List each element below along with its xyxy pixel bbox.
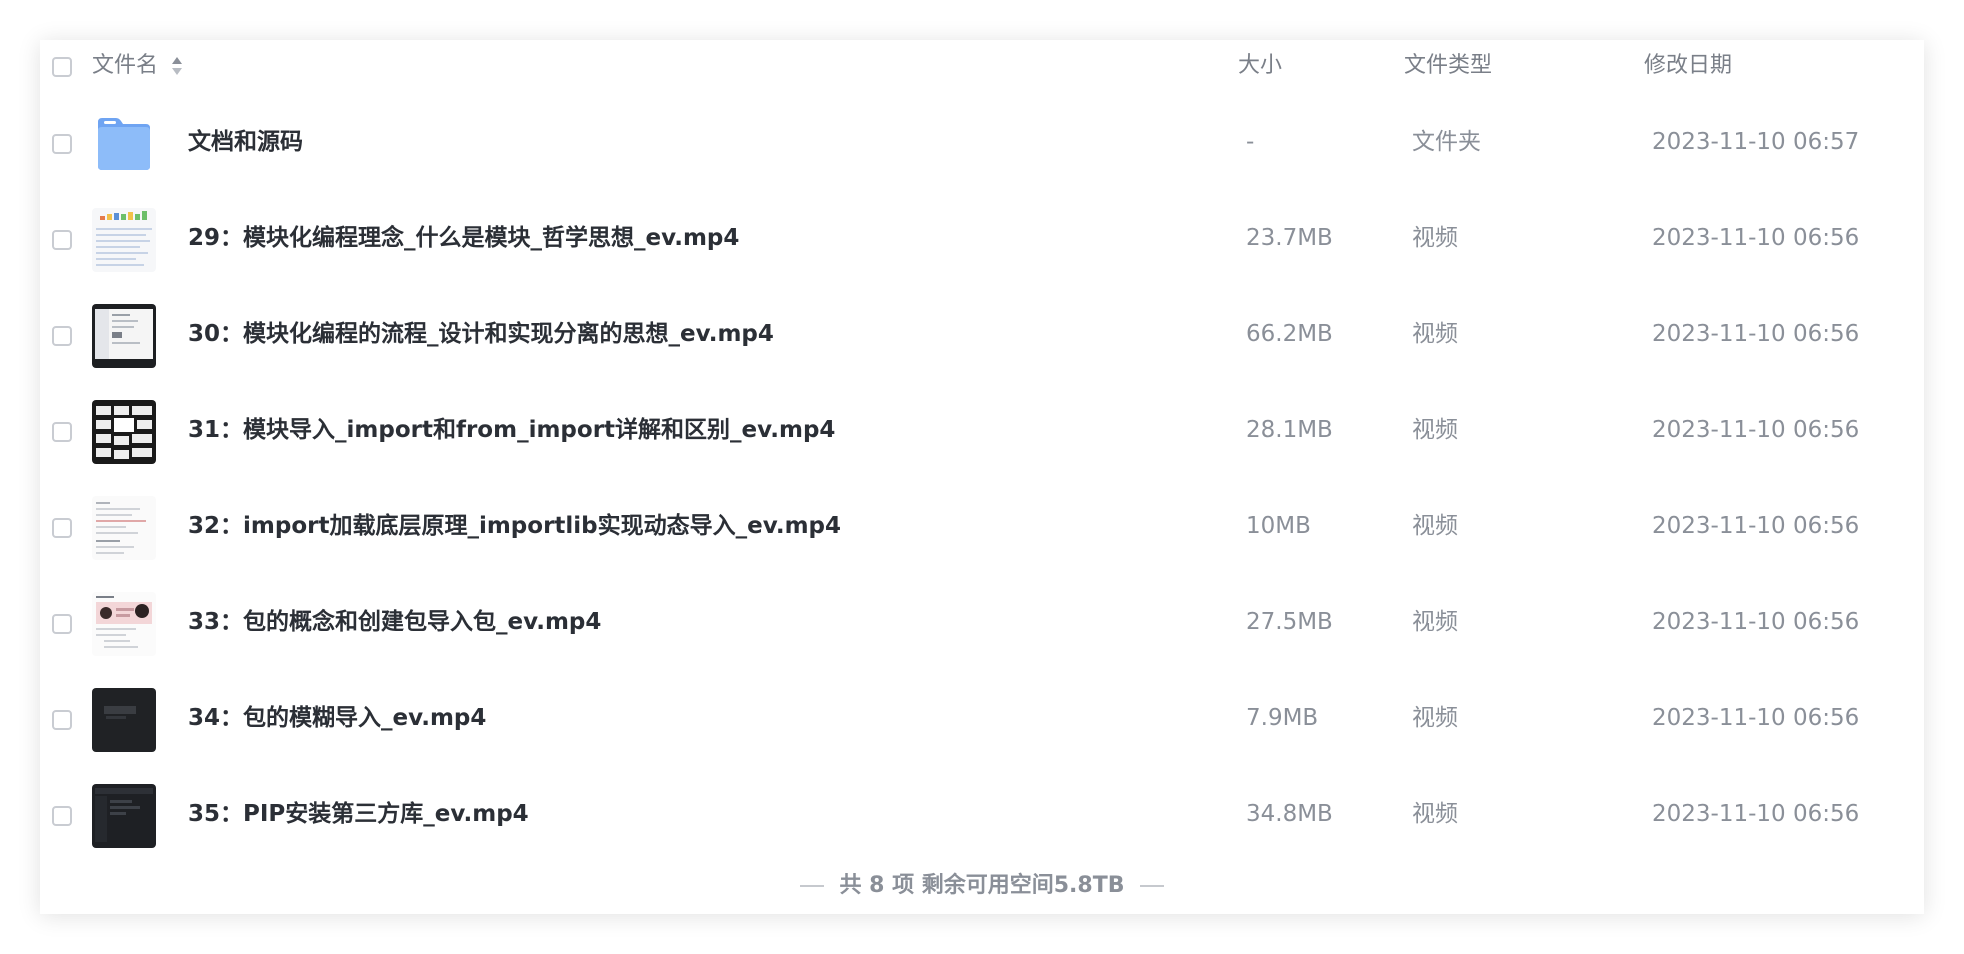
file-type: 视频 — [1412, 513, 1458, 539]
video-thumbnail — [92, 208, 156, 272]
file-list-panel: 文件名 大小 文件类型 修改日期 文档和源码 - 文件夹 2023-11-10 … — [40, 40, 1924, 914]
video-thumbnail — [92, 784, 156, 848]
file-size: 10MB — [1246, 513, 1311, 539]
footer-summary-text: 共 8 项 剩余可用空间5.8TB — [839, 873, 1125, 898]
footer-divider-left — [800, 885, 825, 887]
file-date: 2023-11-10 06:56 — [1652, 417, 1860, 443]
header-name-label: 文件名 — [92, 53, 159, 78]
row-checkbox[interactable] — [52, 710, 72, 730]
video-thumbnail — [92, 592, 156, 656]
row-checkbox[interactable] — [52, 518, 72, 538]
file-type: 视频 — [1412, 417, 1458, 443]
table-header: 文件名 大小 文件类型 修改日期 — [40, 40, 1924, 94]
row-checkbox[interactable] — [52, 134, 72, 154]
table-row[interactable]: 33：包的概念和创建包导入包_ev.mp4 27.5MB 视频 2023-11-… — [40, 570, 1924, 666]
file-size: - — [1246, 129, 1255, 155]
header-name[interactable]: 文件名 — [92, 50, 183, 82]
table-row[interactable]: 32：import加载底层原理_importlib实现动态导入_ev.mp4 1… — [40, 474, 1924, 570]
file-date: 2023-11-10 06:57 — [1652, 129, 1860, 155]
table-row[interactable]: 34：包的模糊导入_ev.mp4 7.9MB 视频 2023-11-10 06:… — [40, 666, 1924, 762]
file-date: 2023-11-10 06:56 — [1652, 225, 1860, 251]
table-row[interactable]: 29：模块化编程理念_什么是模块_哲学思想_ev.mp4 23.7MB 视频 2… — [40, 186, 1924, 282]
table-row[interactable]: 35：PIP安装第三方库_ev.mp4 34.8MB 视频 2023-11-10… — [40, 762, 1924, 858]
file-type: 文件夹 — [1412, 129, 1481, 155]
file-type: 视频 — [1412, 321, 1458, 347]
table-row[interactable]: 31：模块导入_import和from_import详解和区别_ev.mp4 2… — [40, 378, 1924, 474]
select-all-checkbox[interactable] — [52, 57, 72, 77]
table-row[interactable]: 文档和源码 - 文件夹 2023-11-10 06:57 — [40, 90, 1924, 186]
video-thumbnail — [92, 304, 156, 368]
file-type: 视频 — [1412, 705, 1458, 731]
header-size[interactable]: 大小 — [1238, 50, 1282, 82]
video-thumbnail — [92, 496, 156, 560]
video-thumbnail — [92, 688, 156, 752]
file-name[interactable]: 34：包的模糊导入_ev.mp4 — [188, 702, 486, 734]
row-checkbox[interactable] — [52, 326, 72, 346]
header-type[interactable]: 文件类型 — [1404, 50, 1492, 82]
file-date: 2023-11-10 06:56 — [1652, 321, 1860, 347]
file-type: 视频 — [1412, 225, 1458, 251]
file-name[interactable]: 35：PIP安装第三方库_ev.mp4 — [188, 798, 529, 830]
file-size: 7.9MB — [1246, 705, 1319, 731]
file-date: 2023-11-10 06:56 — [1652, 705, 1860, 731]
footer-summary: 共 8 项 剩余可用空间5.8TB — [40, 870, 1924, 902]
footer-divider-right — [1139, 885, 1164, 887]
header-date[interactable]: 修改日期 — [1644, 50, 1732, 82]
file-date: 2023-11-10 06:56 — [1652, 801, 1860, 827]
sort-icon[interactable] — [171, 55, 183, 77]
file-name[interactable]: 文档和源码 — [188, 126, 303, 158]
row-checkbox[interactable] — [52, 230, 72, 250]
file-size: 23.7MB — [1246, 225, 1333, 251]
file-name[interactable]: 32：import加载底层原理_importlib实现动态导入_ev.mp4 — [188, 510, 841, 542]
file-size: 27.5MB — [1246, 609, 1333, 635]
file-name[interactable]: 31：模块导入_import和from_import详解和区别_ev.mp4 — [188, 414, 835, 446]
file-name[interactable]: 30：模块化编程的流程_设计和实现分离的思想_ev.mp4 — [188, 318, 774, 350]
row-checkbox[interactable] — [52, 806, 72, 826]
video-thumbnail — [92, 400, 156, 464]
file-type: 视频 — [1412, 801, 1458, 827]
file-type: 视频 — [1412, 609, 1458, 635]
file-size: 28.1MB — [1246, 417, 1333, 443]
file-name[interactable]: 29：模块化编程理念_什么是模块_哲学思想_ev.mp4 — [188, 222, 739, 254]
row-checkbox[interactable] — [52, 614, 72, 634]
file-size: 66.2MB — [1246, 321, 1333, 347]
folder-icon — [92, 112, 156, 176]
file-date: 2023-11-10 06:56 — [1652, 513, 1860, 539]
file-date: 2023-11-10 06:56 — [1652, 609, 1860, 635]
file-size: 34.8MB — [1246, 801, 1333, 827]
row-checkbox[interactable] — [52, 422, 72, 442]
file-name[interactable]: 33：包的概念和创建包导入包_ev.mp4 — [188, 606, 601, 638]
table-row[interactable]: 30：模块化编程的流程_设计和实现分离的思想_ev.mp4 66.2MB 视频 … — [40, 282, 1924, 378]
